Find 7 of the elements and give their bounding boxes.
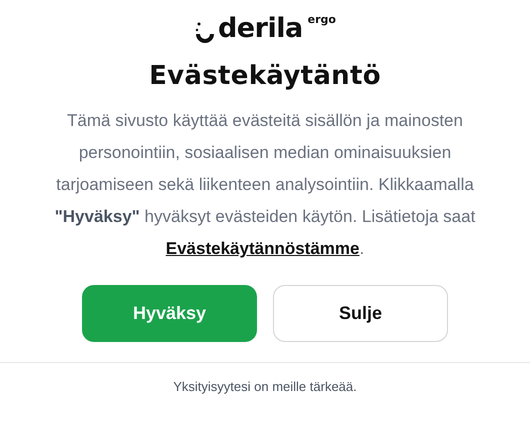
dialog-title: Evästekäytäntö (149, 61, 381, 91)
privacy-note: Yksityisyytesi on meille tärkeää. (173, 379, 357, 394)
cookie-description: Tämä sivusto käyttää evästeitä sisällön ja mainosten personointiin, sosiaalisen median ominaisuuksien tarjoamiseen sekä liikenteen analysointiin. Klikkaamalla "Hyväksy" hyväksyt evästeiden käytön. Lisätietoja saat Evästekäytännöstämme. (54, 110, 476, 260)
logo-wordmark: derila (218, 14, 303, 44)
logo-superscript: ergo (308, 14, 336, 26)
cookie-policy-link[interactable]: Evästekäytännöstämme (166, 239, 360, 258)
close-button[interactable]: Sulje (273, 285, 448, 342)
